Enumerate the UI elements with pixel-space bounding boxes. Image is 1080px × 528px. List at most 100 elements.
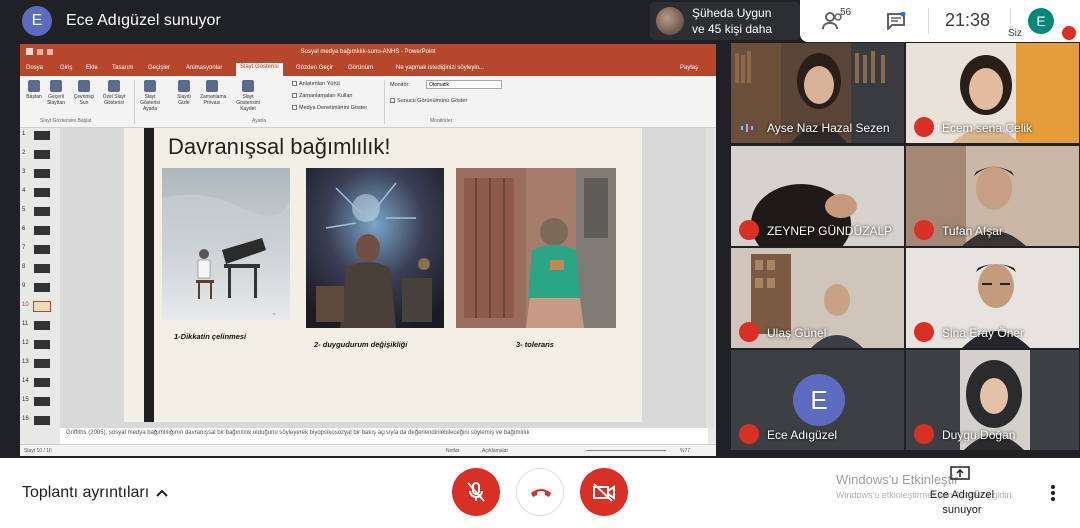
participant-tile[interactable]: E Ece Adıgüzel (731, 350, 904, 450)
chk-show-media-controls[interactable]: Medya Denetimlerini Göster (292, 105, 367, 111)
participant-tile[interactable]: Sina Eray Öner (906, 248, 1079, 348)
rb-label: Geçerli Slayttan (46, 94, 66, 106)
tab-animasyonlar[interactable]: Animasyonlar (186, 65, 222, 71)
slide-editor: Davranışsal bağımlılık! ~ 1-Dikkatin çel… (60, 128, 708, 428)
slide-thumb[interactable]: 16 (22, 415, 58, 427)
tell-me-search[interactable]: Ne yapmak istediğinizi söyleyin... (396, 65, 484, 71)
meeting-details-button[interactable]: Toplantı ayrıntıları (22, 484, 149, 502)
thumb-num: 15 (22, 397, 29, 403)
slide-thumb[interactable]: 1 (22, 130, 58, 142)
chk-label: Anlatımları Yürüt (299, 81, 340, 87)
hang-up-icon (531, 489, 551, 497)
slide-thumb[interactable]: 4 (22, 187, 58, 199)
setup-show-button[interactable]: Slayt Gösterisi Ayarla (138, 80, 162, 112)
slide-thumb[interactable]: 14 (22, 377, 58, 389)
checkbox[interactable] (292, 105, 297, 111)
slide-thumb[interactable]: 9 (22, 282, 58, 294)
chk-play-narrations[interactable]: Anlatımları Yürüt (292, 81, 340, 87)
presenting-label[interactable]: Ece Adıgüzel sunuyor (926, 488, 998, 518)
chk-use-timings[interactable]: Zamanlamaları Kullan (292, 93, 353, 99)
start-from-beginning-button[interactable]: Baştan (22, 80, 46, 100)
tab-gorunum[interactable]: Görünüm (348, 65, 373, 71)
chk-presenter-view[interactable]: Sunucu Görünümünü Göster (390, 98, 467, 104)
participant-tile[interactable]: ZEYNEP GÜNDÜZALP (731, 146, 904, 246)
more-options-icon[interactable] (1050, 484, 1056, 502)
slide-thumbnails: 1 2 3 4 5 6 7 8 9 10 11 12 13 14 15 16 (20, 128, 60, 438)
tab-dosya[interactable]: Dosya (26, 65, 43, 71)
participant-tile[interactable]: Duygu Doğan (906, 350, 1079, 450)
slide-thumb[interactable]: 7 (22, 244, 58, 256)
current-slide[interactable]: Davranışsal bağımlılık! ~ 1-Dikkatin çel… (124, 128, 642, 422)
thumb-img (34, 207, 50, 216)
editor-scrollbar[interactable] (706, 128, 714, 428)
thumb-num: 14 (22, 378, 29, 384)
share-button[interactable]: Paylaş (680, 65, 698, 71)
participant-name: ZEYNEP GÜNDÜZALP (767, 224, 893, 238)
tab-tasarim[interactable]: Tasarım (112, 65, 133, 71)
slides-icon (108, 80, 120, 92)
mic-off-icon (914, 220, 934, 240)
slide-thumb[interactable]: 8 (22, 263, 58, 275)
slide-thumb[interactable]: 11 (22, 320, 58, 332)
mic-off-icon (1062, 26, 1076, 40)
caption-2: 2- duygudurum değişikliği (314, 340, 408, 349)
slide-thumb[interactable]: 15 (22, 396, 58, 408)
slide-thumb[interactable]: 2 (22, 149, 58, 161)
thumb-img (34, 359, 50, 368)
top-right-controls: 56 21:38 E Siz (800, 0, 1080, 42)
tab-gecisler[interactable]: Geçişler (148, 65, 170, 71)
slide-thumb-selected[interactable]: 10 (22, 301, 58, 313)
status-notes-button[interactable]: Notlar (446, 448, 459, 454)
thumb-img (34, 188, 50, 197)
chevron-up-icon[interactable] (156, 488, 168, 498)
checkbox[interactable] (390, 98, 395, 104)
camera-off-icon (593, 483, 615, 502)
from-current-slide-button[interactable]: Geçerli Slayttan (44, 80, 68, 106)
rb-label: Baştan (26, 94, 42, 100)
pinned-participant[interactable]: Şüheda Uygun ve 45 kişi daha (650, 2, 800, 40)
checkbox[interactable] (292, 93, 297, 99)
rb-label: Özel Slayt Gösterisi (102, 94, 126, 106)
status-comments-button[interactable]: Açıklamalar (482, 448, 508, 454)
tab-slayt-gosterisi[interactable]: Slayt Gösterisi (236, 63, 283, 76)
mic-off-icon (739, 220, 759, 240)
leave-call-button[interactable] (516, 468, 564, 516)
checkbox[interactable] (292, 81, 297, 87)
thumb-img (34, 226, 50, 235)
thumb-img (34, 416, 50, 425)
tab-ekle[interactable]: Ekle (86, 65, 98, 71)
slide-thumb[interactable]: 12 (22, 339, 58, 351)
divider (134, 80, 135, 124)
hide-slide-button[interactable]: Slaydı Gizle (172, 80, 196, 106)
speaking-indicator-icon (741, 124, 753, 132)
tab-gozden-gecir[interactable]: Gözden Geçir (296, 65, 333, 71)
camera-toggle-button[interactable] (580, 468, 628, 516)
participant-name: Ece Adıgüzel (767, 428, 838, 442)
participant-name: Ulaş Günel (767, 326, 827, 340)
participant-tile[interactable]: Ecem sena Çelik (906, 43, 1079, 143)
setup-icon (144, 80, 156, 92)
participant-tile[interactable]: Tufan Afşar (906, 146, 1079, 246)
participant-tile[interactable]: Ulaş Günel (731, 248, 904, 348)
participant-tile[interactable]: Ayse Naz Hazal Sezen (731, 43, 904, 143)
monitor-select[interactable]: Otomatik (426, 80, 502, 89)
slide-thumb[interactable]: 3 (22, 168, 58, 180)
chat-icon[interactable] (886, 12, 906, 30)
present-online-button[interactable]: Çevrimiçi Sun (72, 80, 96, 106)
hide-icon (178, 80, 190, 92)
zoom-slider[interactable] (586, 450, 666, 451)
record-show-button[interactable]: Slayt Gösterisini Kaydet (236, 80, 260, 112)
slide-thumb[interactable]: 13 (22, 358, 58, 370)
thumb-img (34, 264, 50, 273)
tab-giris[interactable]: Giriş (60, 65, 72, 71)
thumb-num: 2 (22, 150, 26, 156)
mic-toggle-button[interactable] (452, 468, 500, 516)
divider (928, 8, 929, 34)
slide-thumb[interactable]: 6 (22, 225, 58, 237)
timer-icon (206, 80, 218, 92)
rehearse-timings-button[interactable]: Zamanlama Provası (200, 80, 226, 106)
custom-show-button[interactable]: Özel Slayt Gösterisi (102, 80, 126, 106)
status-slide-count: Slayt 10 / 16 (24, 448, 52, 454)
present-screen-icon[interactable] (950, 466, 970, 482)
slide-thumb[interactable]: 5 (22, 206, 58, 218)
